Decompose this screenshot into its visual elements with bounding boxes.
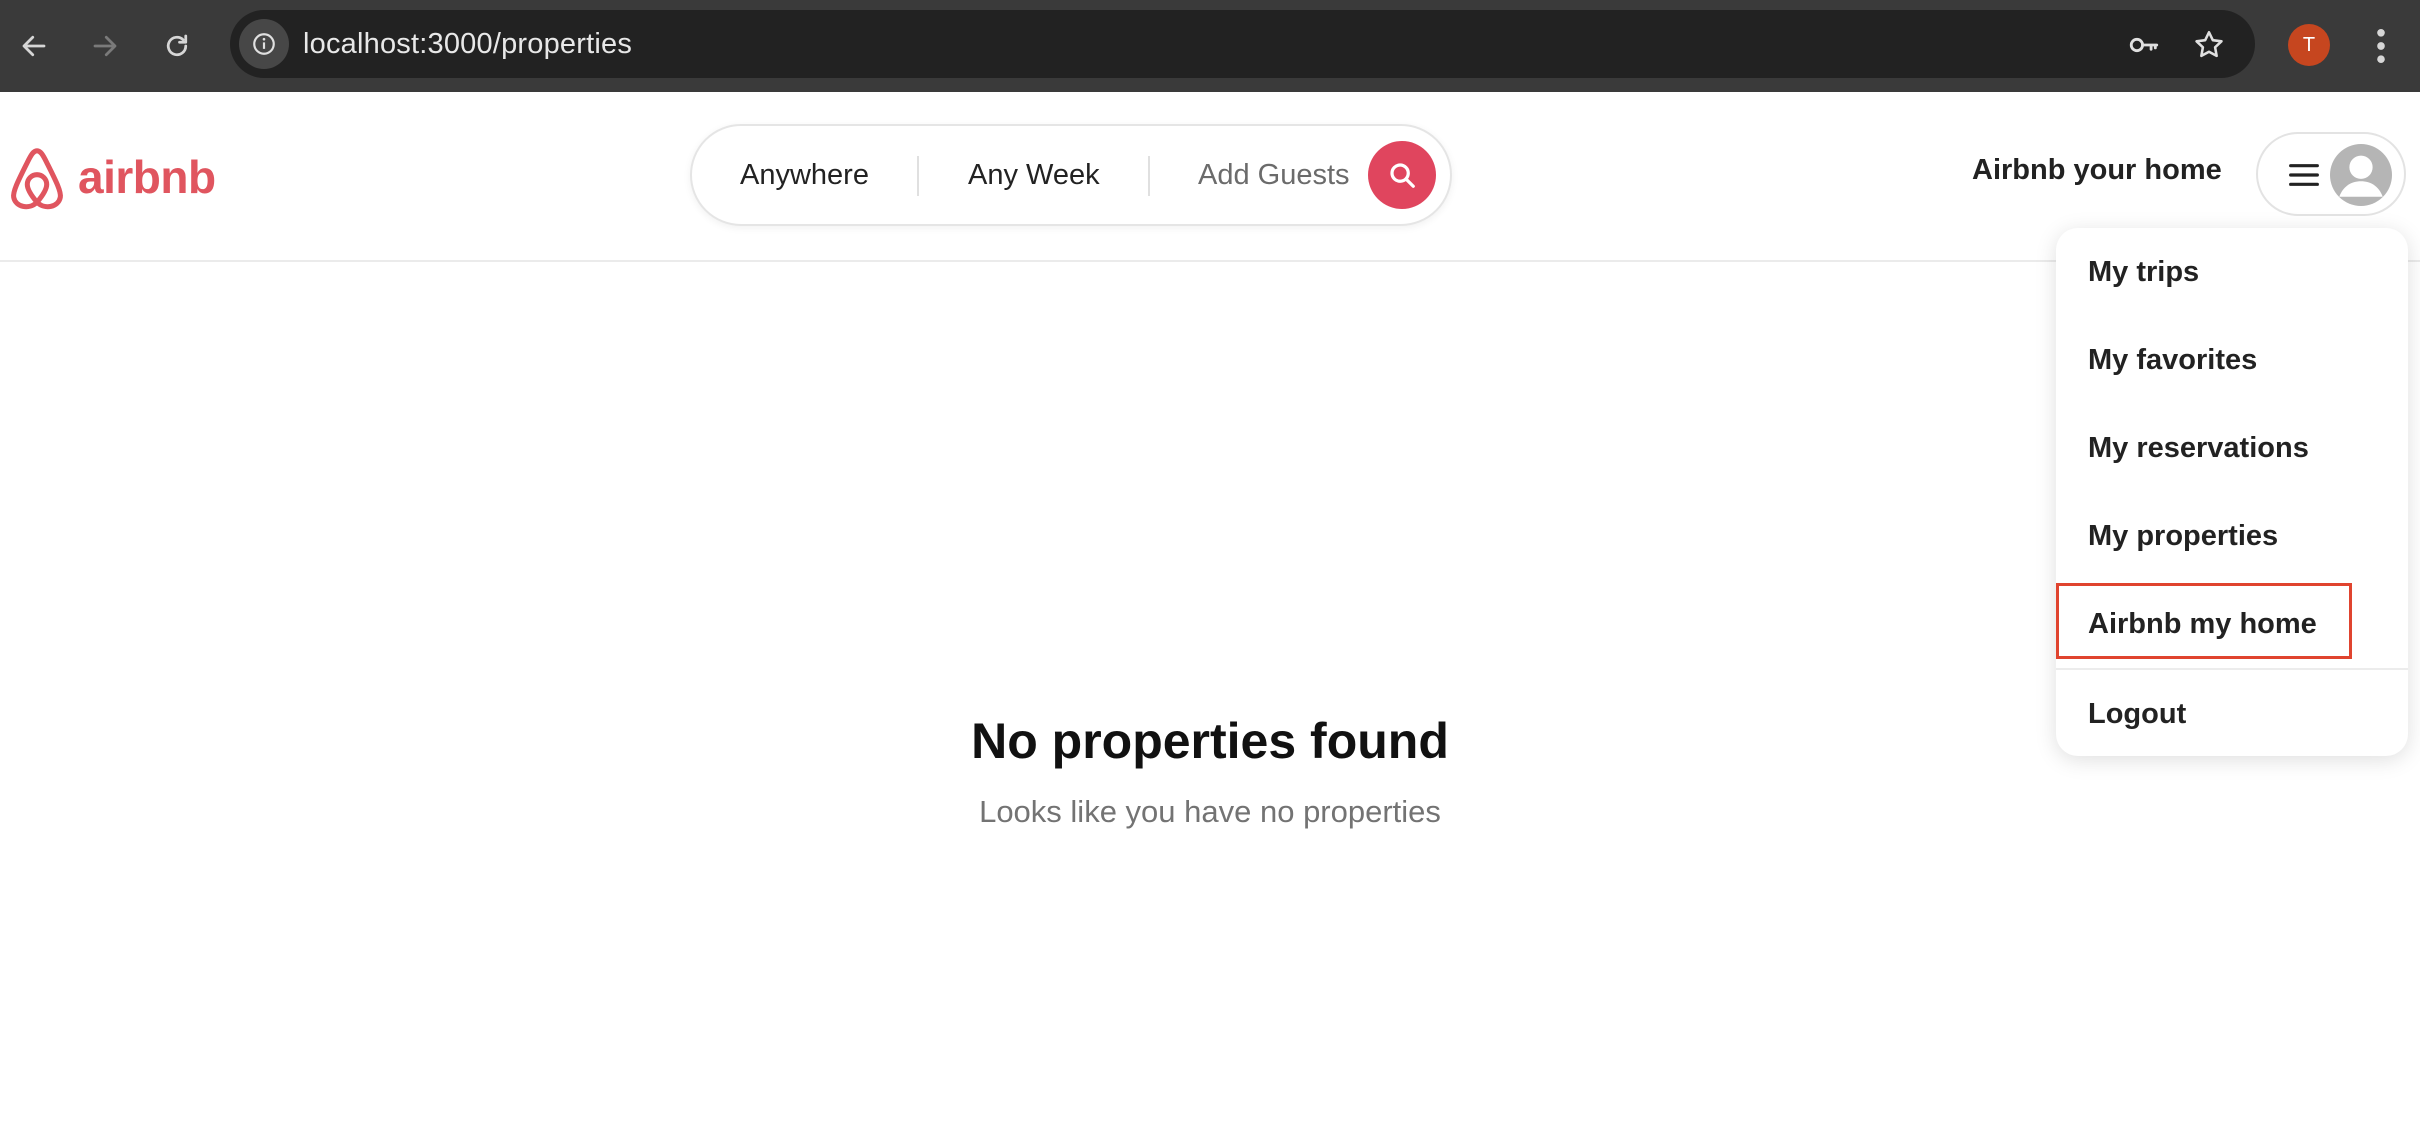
url-text[interactable]: localhost:3000/properties [303,28,632,61]
user-avatar-icon [2330,144,2392,206]
search-anywhere[interactable]: Anywhere [740,126,869,224]
logo-text: airbnb [78,151,216,203]
key-icon[interactable] [2127,28,2161,62]
user-menu-button[interactable] [2256,132,2406,216]
forward-button[interactable] [83,24,127,68]
arrow-right-icon [93,35,117,57]
arrow-left-icon [22,35,46,57]
airbnb-logo-icon [11,148,63,210]
hamburger-icon [2289,164,2319,186]
search-icon [1390,163,1415,188]
empty-state-subtitle: Looks like you have no properties [979,794,1441,829]
search-any-week[interactable]: Any Week [968,126,1100,224]
airbnb-your-home-link[interactable]: Airbnb your home [1972,154,2222,187]
info-icon [253,33,275,55]
search-add-guests[interactable]: Add Guests [1198,126,1350,224]
reload-button[interactable] [155,24,199,68]
search-divider [1148,156,1150,196]
site-info-button[interactable] [239,19,289,69]
menu-item-my-favorites[interactable]: My favorites [2088,344,2257,377]
menu-item-my-properties[interactable]: My properties [2088,520,2278,553]
site-header: airbnb Anywhere Any Week Add Guests Airb… [0,92,2420,262]
back-button[interactable] [12,24,56,68]
search-bar[interactable]: Anywhere Any Week Add Guests [690,124,1452,226]
browser-toolbar: localhost:3000/properties T [0,0,2420,92]
reload-icon [166,34,188,57]
search-button[interactable] [1368,141,1436,209]
search-divider [917,156,919,196]
menu-item-my-trips[interactable]: My trips [2088,256,2199,289]
menu-item-my-reservations[interactable]: My reservations [2088,432,2309,465]
more-options-icon[interactable] [2366,24,2396,68]
address-bar[interactable]: localhost:3000/properties [230,10,2255,78]
menu-item-airbnb-my-home[interactable]: Airbnb my home [2088,608,2317,641]
menu-divider [2056,668,2408,670]
profile-avatar[interactable]: T [2288,24,2330,66]
empty-state-title: No properties found [971,713,1449,769]
airbnb-logo[interactable]: airbnb [4,144,216,210]
star-icon[interactable] [2192,28,2226,62]
user-dropdown-menu: My trips My favorites My reservations My… [2056,228,2408,756]
